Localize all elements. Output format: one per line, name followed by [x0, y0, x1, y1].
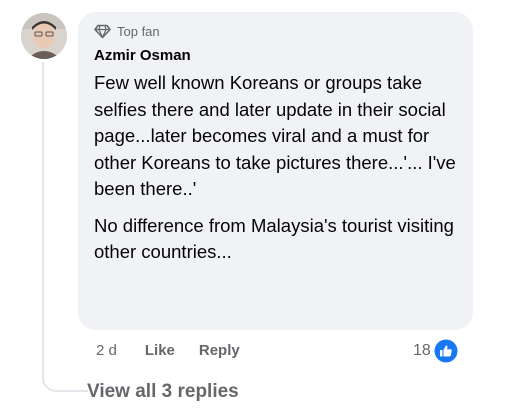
- comment-actions: 2 d Like Reply: [96, 338, 264, 362]
- diamond-icon: [94, 24, 111, 38]
- comment-paragraph: No difference from Malaysia's tourist vi…: [94, 214, 454, 263]
- avatar[interactable]: [21, 13, 67, 59]
- avatar-image: [21, 13, 67, 59]
- view-replies-link[interactable]: View all 3 replies: [87, 380, 239, 404]
- top-fan-badge[interactable]: Top fan: [94, 22, 459, 40]
- reply-button[interactable]: Reply: [199, 342, 240, 359]
- comment-bubble: Top fan Azmir Osman Few well known Korea…: [78, 12, 473, 330]
- like-thumb-icon: [434, 339, 458, 363]
- comment-thread: Top fan Azmir Osman Few well known Korea…: [0, 0, 514, 419]
- author-name[interactable]: Azmir Osman: [94, 46, 459, 66]
- like-button[interactable]: Like: [145, 342, 175, 359]
- reaction-summary[interactable]: 18: [413, 338, 458, 364]
- reaction-count: 18: [413, 342, 431, 359]
- badge-label: Top fan: [117, 23, 160, 39]
- comment-paragraph: Few well known Koreans or groups take se…: [94, 72, 456, 199]
- timestamp[interactable]: 2 d: [96, 342, 117, 359]
- comment-text: Few well known Koreans or groups take se…: [94, 70, 459, 266]
